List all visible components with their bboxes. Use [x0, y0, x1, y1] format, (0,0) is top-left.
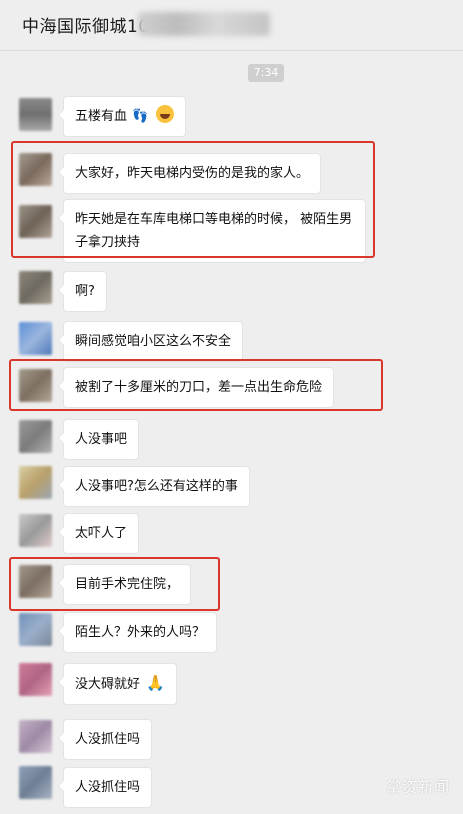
message-text: 人没事吧 — [75, 432, 128, 447]
avatar[interactable] — [19, 466, 52, 499]
message-text: 五楼有血 — [75, 109, 128, 124]
avatar[interactable] — [19, 565, 52, 598]
avatar[interactable] — [19, 766, 52, 799]
avatar[interactable] — [19, 420, 52, 453]
message-text: 人没抓住吗 — [75, 732, 141, 747]
avatar[interactable] — [19, 322, 52, 355]
watermark: 掌资新闻 — [386, 778, 451, 796]
message-text: 没大碍就好 — [75, 677, 141, 692]
message-text: 太吓人了 — [75, 526, 128, 541]
message-bubble[interactable]: 人没抓住吗 — [57, 767, 153, 808]
message-text: 大家好，昨天电梯内受伤的是我的家人。 — [75, 166, 310, 181]
message-bubble[interactable]: 啊? — [58, 271, 107, 312]
message-bubble[interactable]: 瞬间感觉咱小区这么不安全 — [57, 321, 244, 362]
message-timestamp: 7:34 — [248, 64, 284, 82]
message-bubble[interactable]: 太吓人了 — [57, 513, 140, 554]
message-text: 人没事吧?怎么还有这样的事 — [75, 479, 238, 494]
message-text: 人没抓住吗 — [75, 780, 141, 795]
message-text: 瞬间感觉咱小区这么不安全 — [75, 334, 232, 349]
chat-header: 中海国际御城10 — [0, 0, 463, 51]
message-bubble[interactable]: 目前手术完住院， — [57, 564, 192, 605]
message-bubble[interactable]: 五楼有血 👣 — [57, 96, 187, 137]
message-bubble[interactable]: 人没事吧?怎么还有这样的事 — [58, 466, 250, 507]
message-text: 目前手术完住院， — [75, 577, 180, 592]
message-bubble[interactable]: 大家好，昨天电梯内受伤的是我的家人。 — [57, 153, 322, 194]
laughing-tears-icon — [156, 105, 175, 123]
avatar[interactable] — [19, 613, 52, 646]
message-bubble[interactable]: 陌生人？外来的人吗？ — [57, 612, 218, 653]
message-text: 被割了十多厘米的刀口，差一点出生命危险 — [75, 380, 323, 395]
message-bubble[interactable]: 人没事吧 — [57, 419, 140, 460]
avatar[interactable] — [19, 720, 52, 753]
message-text: 昨天她是在车库电梯口等电梯的时候， 被陌生男子拿刀挟持 — [75, 212, 353, 250]
message-bubble[interactable]: 人没抓住吗 — [57, 719, 153, 760]
avatar[interactable] — [19, 663, 52, 696]
message-text: 啊? — [75, 284, 95, 299]
avatar[interactable] — [19, 153, 52, 186]
message-text: 陌生人？外来的人吗？ — [75, 625, 206, 640]
praying-hands-icon: 🙏 — [146, 674, 165, 692]
avatar[interactable] — [19, 205, 52, 238]
avatar[interactable] — [19, 514, 52, 547]
blurred-title-suffix — [138, 12, 270, 36]
feet-icon: 👣 — [132, 109, 149, 124]
message-bubble[interactable]: 昨天她是在车库电梯口等电梯的时候， 被陌生男子拿刀挟持 — [58, 199, 366, 263]
avatar[interactable] — [19, 369, 52, 402]
message-bubble[interactable]: 被割了十多厘米的刀口，差一点出生命危险 — [57, 367, 335, 408]
chat-title[interactable]: 中海国际御城10 — [22, 12, 150, 37]
avatar[interactable] — [19, 271, 52, 304]
avatar[interactable] — [19, 98, 52, 131]
message-bubble[interactable]: 没大碍就好 🙏 — [58, 663, 177, 705]
